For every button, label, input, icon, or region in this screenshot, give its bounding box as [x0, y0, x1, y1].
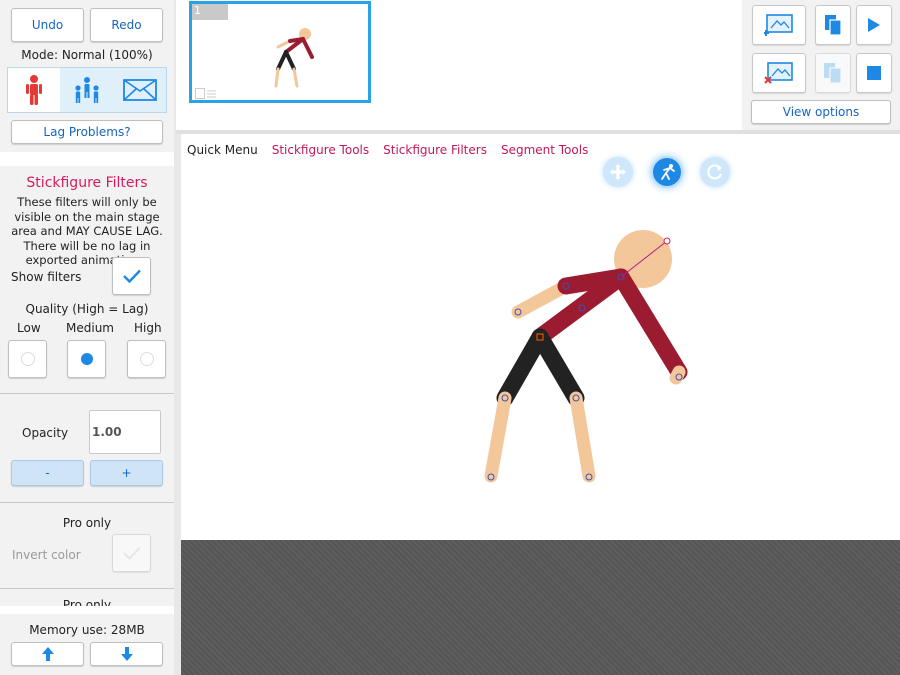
group-icon [75, 77, 99, 103]
arrow-down-icon [120, 647, 133, 661]
stickfigure[interactable] [181, 134, 900, 540]
divider [0, 588, 174, 589]
frame-number: 1 [192, 4, 228, 20]
left-shin[interactable] [484, 391, 512, 483]
invert-color-label: Invert color [12, 548, 81, 562]
quality-low-label: Low [17, 321, 41, 335]
copy-icon [825, 15, 842, 36]
section-gap [0, 606, 174, 614]
mode-group-tab[interactable] [62, 68, 112, 112]
undo-button[interactable]: Undo [11, 8, 84, 42]
add-frame-icon [764, 14, 793, 36]
opacity-label: Opacity [22, 426, 69, 440]
mode-envelope-tab[interactable] [114, 68, 166, 112]
radio-empty-icon [20, 352, 35, 366]
quality-high-radio[interactable] [127, 340, 166, 378]
add-frame-button[interactable] [752, 5, 806, 45]
mode-stickfigure-tab[interactable] [8, 68, 60, 112]
quality-label: Quality (High = Lag) [25, 302, 149, 316]
pro-only-text: Pro only [62, 598, 112, 606]
show-filters-checkbox[interactable] [112, 257, 151, 295]
delete-frame-button[interactable] [752, 53, 806, 93]
view-options-button[interactable]: View options [751, 100, 891, 124]
redo-button[interactable]: Redo [90, 8, 163, 42]
frame-thumbnail[interactable]: 1 [189, 1, 371, 103]
opacity-increase-button[interactable]: + [90, 460, 163, 486]
mode-text: Mode: Normal (100%) [21, 48, 153, 62]
stickfigure-icon [26, 75, 42, 105]
quality-high-label: High [134, 321, 162, 335]
divider [0, 502, 174, 503]
arrow-up-icon [41, 647, 54, 661]
checkmark-icon [122, 269, 141, 283]
checkmark-icon [122, 546, 141, 560]
opacity-input[interactable] [89, 410, 161, 454]
quality-low-radio[interactable] [8, 340, 47, 378]
section-gap [0, 152, 174, 166]
play-icon [868, 18, 880, 32]
right-arm[interactable] [612, 268, 688, 381]
right-shin[interactable] [569, 391, 596, 483]
scroll-up-button[interactable] [11, 642, 84, 666]
lag-problems-button[interactable]: Lag Problems? [11, 120, 163, 144]
head-handle[interactable] [663, 237, 671, 245]
frame-options-icon[interactable] [195, 88, 217, 100]
radio-empty-icon [139, 352, 154, 366]
quality-medium-label: Medium [66, 321, 114, 335]
left-thigh[interactable] [496, 328, 549, 407]
filters-title: Stickfigure Filters [26, 175, 148, 191]
scroll-down-button[interactable] [90, 642, 163, 666]
timeline: 1 [176, 0, 742, 130]
left-panel: Undo Redo Mode: Normal (100%) Lag Proble… [0, 0, 174, 675]
right-thigh[interactable] [531, 328, 585, 407]
canvas-background [181, 540, 900, 675]
stop-icon [867, 66, 881, 80]
invert-color-checkbox[interactable] [112, 534, 151, 572]
frame-tools: View options [742, 0, 900, 130]
divider [0, 393, 174, 394]
paste-icon [824, 63, 842, 84]
play-button[interactable] [856, 5, 892, 45]
delete-frame-icon [764, 62, 793, 84]
stop-button[interactable] [856, 53, 892, 93]
frame-stickfigure-preview [274, 28, 314, 88]
pro-only-title-2: Pro only [0, 598, 174, 606]
paste-frame-button[interactable] [815, 53, 851, 93]
memory-use-label: Memory use: 28MB [29, 623, 145, 637]
radio-selected-icon [80, 353, 93, 365]
pro-only-title: Pro only [62, 516, 112, 530]
quality-medium-radio[interactable] [67, 340, 106, 378]
show-filters-label: Show filters [11, 270, 82, 284]
envelope-icon [123, 79, 157, 101]
copy-frame-button[interactable] [815, 5, 851, 45]
opacity-decrease-button[interactable]: - [11, 460, 84, 486]
